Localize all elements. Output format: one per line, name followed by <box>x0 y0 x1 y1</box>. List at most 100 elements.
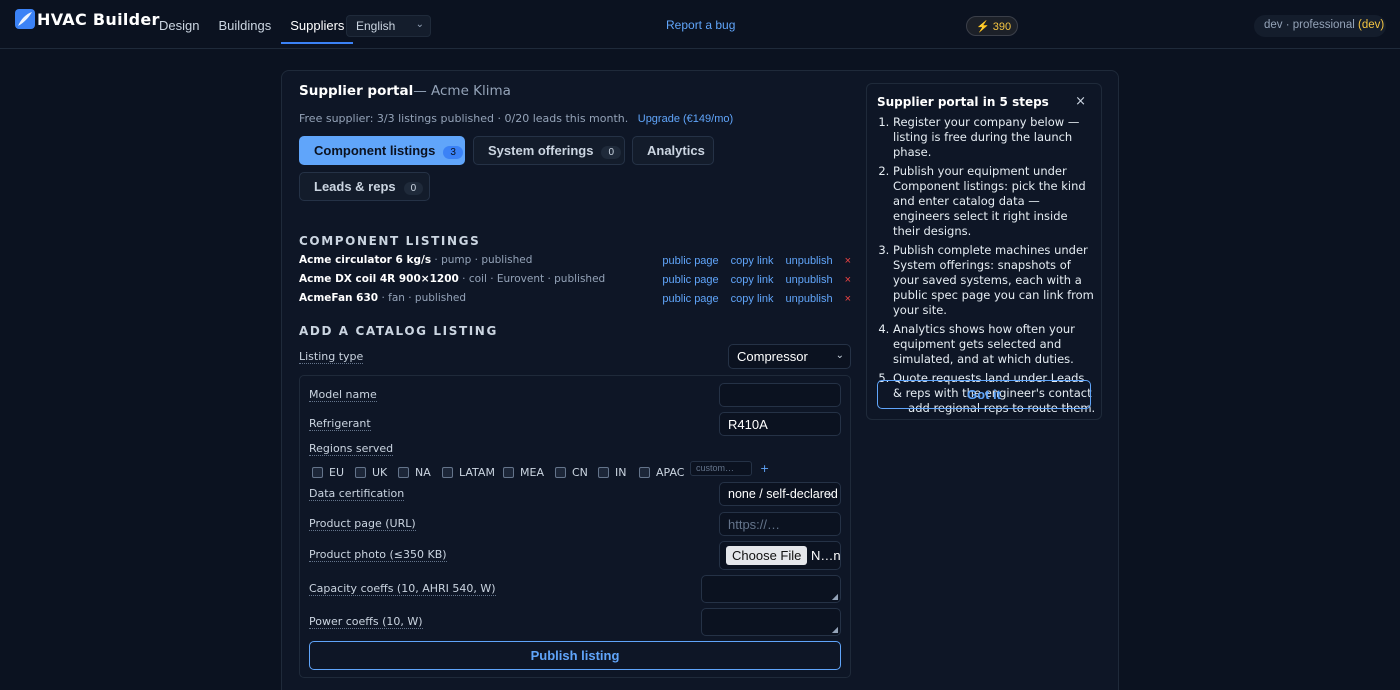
refrigerant-label: Refrigerant <box>309 417 371 431</box>
checkbox[interactable] <box>503 467 514 478</box>
public-page-link[interactable]: public page <box>662 274 718 286</box>
region-label: LATAM <box>459 466 495 479</box>
tab-count: 0 <box>403 182 424 195</box>
got-it-button[interactable]: Got it <box>877 380 1091 409</box>
tab-leads-reps[interactable]: Leads & reps 0 <box>299 172 430 201</box>
capacity-label: Capacity coeffs (10, AHRI 540, W) <box>309 582 496 596</box>
resize-grip-icon[interactable]: ◢ <box>832 592 838 601</box>
listing-actions: public page copy link unpublish × <box>650 274 851 286</box>
copy-link-button[interactable]: copy link <box>731 293 774 305</box>
region-checkbox-eu[interactable]: EU <box>312 466 344 479</box>
tab-system-offerings[interactable]: System offerings 0 <box>473 136 625 165</box>
leaf-logo-icon <box>15 9 35 29</box>
listing-type-select[interactable]: Compressor ⌄ <box>728 344 851 369</box>
file-name: N…n <box>811 548 841 563</box>
region-checkbox-latam[interactable]: LATAM <box>442 466 495 479</box>
public-page-link[interactable]: public page <box>662 255 718 267</box>
checkbox[interactable] <box>398 467 409 478</box>
custom-region-input[interactable]: custom… <box>690 461 752 476</box>
language-value: English <box>356 19 396 33</box>
photo-file-input[interactable]: Choose File N…n <box>719 541 841 570</box>
report-bug-link[interactable]: Report a bug <box>666 18 735 32</box>
credits-badge[interactable]: ⚡ 390 <box>966 16 1018 36</box>
step-item: Publish your equipment under Component l… <box>893 164 1097 239</box>
listing-row: Acme circulator 6 kg/s · pump · publishe… <box>299 254 851 272</box>
tab-label: Leads & reps <box>314 179 396 194</box>
page-title: Supplier portal— Acme Klima <box>299 83 511 99</box>
listing-actions: public page copy link unpublish × <box>650 293 851 305</box>
region-checkbox-cn[interactable]: CN <box>555 466 588 479</box>
public-page-link[interactable]: public page <box>662 293 718 305</box>
onboarding-steps-card: Supplier portal in 5 steps × Register yo… <box>866 83 1102 420</box>
unpublish-button[interactable]: unpublish <box>785 274 832 286</box>
listing-form: Model name Refrigerant R410A Regions ser… <box>299 375 851 678</box>
tab-label: Analytics <box>647 143 705 158</box>
main-nav: Design Buildings Suppliers <box>150 10 354 44</box>
user-env: dev · professional <box>1264 19 1355 31</box>
close-icon[interactable]: × <box>1075 94 1086 109</box>
plan-text: Free supplier: 3/3 listings published · … <box>299 112 629 125</box>
product-page-input[interactable]: https://… <box>719 512 841 536</box>
checkbox[interactable] <box>442 467 453 478</box>
unpublish-button[interactable]: unpublish <box>785 255 832 267</box>
nav-buildings[interactable]: Buildings <box>209 10 280 44</box>
checkbox[interactable] <box>312 467 323 478</box>
app-logo[interactable]: HVAC Builder <box>15 9 160 29</box>
remove-icon[interactable]: × <box>845 255 851 267</box>
chevron-down-icon: ⌄ <box>835 350 844 361</box>
region-checkbox-apac[interactable]: APAC <box>639 466 684 479</box>
tab-component-listings[interactable]: Component listings 3 <box>299 136 465 165</box>
region-checkbox-mea[interactable]: MEA <box>503 466 544 479</box>
top-bar: HVAC Builder Design Buildings Suppliers … <box>0 0 1400 49</box>
listing-row: AcmeFan 630 · fan · published public pag… <box>299 292 851 310</box>
region-label: CN <box>572 466 588 479</box>
power-textarea[interactable]: ◢ <box>701 608 841 636</box>
refrigerant-input[interactable]: R410A <box>719 412 841 436</box>
tab-label: System offerings <box>488 143 594 158</box>
model-name-input[interactable] <box>719 383 841 407</box>
copy-link-button[interactable]: copy link <box>731 274 774 286</box>
remove-icon[interactable]: × <box>845 293 851 305</box>
resize-grip-icon[interactable]: ◢ <box>832 625 838 634</box>
listing-actions: public page copy link unpublish × <box>650 255 851 267</box>
language-select[interactable]: English ⌄ <box>346 15 431 37</box>
region-checkbox-na[interactable]: NA <box>398 466 431 479</box>
region-label: UK <box>372 466 388 479</box>
listing-type-value: Compressor <box>737 349 808 364</box>
unpublish-button[interactable]: unpublish <box>785 293 832 305</box>
checkbox[interactable] <box>598 467 609 478</box>
region-checkbox-uk[interactable]: UK <box>355 466 387 479</box>
listings-heading: COMPONENT LISTINGS <box>299 234 481 248</box>
user-menu[interactable]: dev · professional (dev) <box>1254 15 1386 37</box>
choose-file-button[interactable]: Choose File <box>726 546 808 565</box>
checkbox[interactable] <box>555 467 566 478</box>
remove-icon[interactable]: × <box>845 274 851 286</box>
tab-analytics[interactable]: Analytics <box>632 136 714 165</box>
nav-design[interactable]: Design <box>150 10 208 44</box>
tab-count: 3 <box>443 146 463 159</box>
copy-link-button[interactable]: copy link <box>731 255 774 267</box>
photo-label: Product photo (≤350 KB) <box>309 548 447 562</box>
upgrade-link[interactable]: Upgrade (€149/mo) <box>638 113 733 125</box>
capacity-textarea[interactable]: ◢ <box>701 575 841 603</box>
add-listing-heading: ADD A CATALOG LISTING <box>299 324 498 338</box>
tab-count: 0 <box>601 146 622 159</box>
chevron-down-icon: ⌄ <box>415 19 424 30</box>
regions-label: Regions served <box>309 442 394 456</box>
region-checkbox-in[interactable]: IN <box>598 466 626 479</box>
add-region-button[interactable]: + <box>760 462 769 475</box>
model-name-label: Model name <box>309 388 377 402</box>
nav-suppliers[interactable]: Suppliers <box>281 10 354 44</box>
checkbox[interactable] <box>355 467 366 478</box>
checkbox[interactable] <box>639 467 650 478</box>
tab-label: Component listings <box>314 143 436 158</box>
steps-title: Supplier portal in 5 steps <box>877 95 1049 109</box>
user-tier: (dev) <box>1357 19 1385 31</box>
region-label: MEA <box>520 466 544 479</box>
listing-meta: · fan · published <box>378 292 466 304</box>
publish-listing-button[interactable]: Publish listing <box>309 641 841 670</box>
certification-select[interactable]: none / self-declared ⌄ <box>719 482 841 506</box>
step-item: Analytics shows how often your equipment… <box>893 322 1097 367</box>
listing-name: Acme circulator 6 kg/s <box>299 254 432 266</box>
listing-name: Acme DX coil 4R 900×1200 <box>299 273 459 285</box>
